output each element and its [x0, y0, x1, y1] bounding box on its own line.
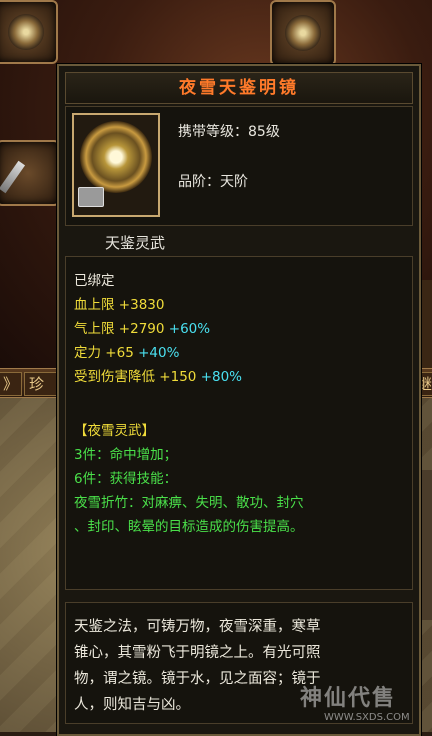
set-bonus-3: 3件：命中增加；: [74, 447, 178, 463]
stat-label: 受到伤害降低: [74, 369, 155, 385]
bound-status: 已绑定: [74, 273, 115, 289]
skill-desc-line-2: 、封印、眩晕的目标造成的伤害提高。: [74, 519, 304, 535]
attribute-type: 天鉴灵武: [105, 234, 166, 252]
item-name: 夜雪天鉴明镜: [65, 72, 413, 104]
stat-bonus: +40%: [138, 345, 180, 361]
item-grade: 品阶：天阶: [178, 174, 248, 190]
tab-prev[interactable]: 》: [0, 372, 22, 396]
equip-slot-weapon[interactable]: [0, 140, 60, 206]
stat-bonus: +60%: [168, 321, 211, 337]
set-bonus-6: 6件：获得技能：: [74, 471, 178, 487]
description-line: 锥心，其雪粉飞于明镜之上。有光可照: [74, 645, 321, 661]
description-line: 天鉴之法，可铸万物，夜雪深重，寒草: [74, 619, 321, 635]
stat-line: 气上限 +2790 +60%: [74, 317, 210, 337]
stat-bonus: +80%: [200, 369, 243, 385]
skill-desc-line-1: 夜雪折竹：对麻痹、失明、散功、封穴: [74, 495, 304, 511]
stat-base: +2790: [118, 321, 165, 337]
stat-line: 血上限 +3830: [74, 293, 164, 313]
carry-level: 携带等级：85级: [178, 124, 280, 140]
mirror-disk-icon: [80, 121, 152, 193]
armor-icon: [285, 15, 321, 51]
stat-label: 血上限: [74, 297, 115, 313]
equip-slot-top-right[interactable]: [270, 0, 336, 66]
watermark: 神仙代售: [300, 686, 397, 711]
set-name: 【夜雪灵武】: [74, 423, 155, 439]
stats-panel: 已绑定 血上限 +3830 气上限 +2790 +60% 定力 +65 +40%…: [65, 256, 413, 590]
stat-label: 气上限: [74, 321, 115, 337]
stat-label: 定力: [74, 345, 101, 361]
mirror-icon: [8, 14, 44, 50]
sword-icon: [0, 160, 26, 194]
stat-base: +65: [105, 345, 134, 361]
watermark-url: WWW.SXDS.COM: [324, 712, 410, 723]
description-line: 人，则知吉与凶。: [74, 697, 190, 713]
stat-line: 受到伤害降低 +150 +80%: [74, 365, 242, 385]
item-icon: [72, 113, 160, 217]
bind-plate-icon: [78, 187, 104, 207]
item-tooltip: 夜雪天鉴明镜 携带等级：85级 品阶：天阶 天鉴灵武 已绑定 血上限 +3830…: [57, 64, 421, 736]
item-header: 携带等级：85级 品阶：天阶: [65, 106, 413, 226]
stat-base: +150: [159, 369, 197, 385]
description-line: 物，谓之镜。镜于水，见之面容；镜于: [74, 671, 321, 687]
equip-slot-top-left[interactable]: [0, 0, 58, 64]
stat-base: +3830: [118, 297, 165, 313]
stat-line: 定力 +65 +40%: [74, 341, 179, 361]
